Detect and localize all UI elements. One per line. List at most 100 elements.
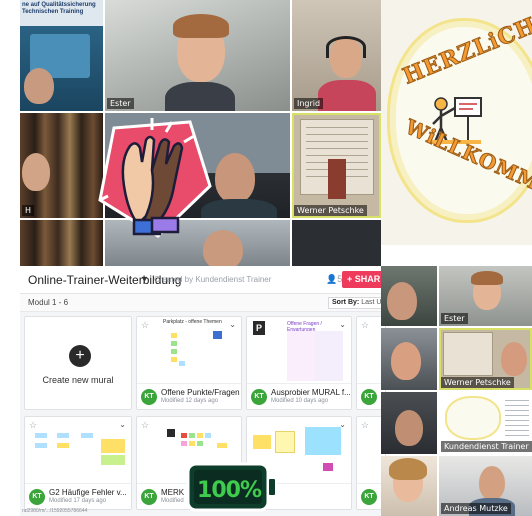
create-mural-card[interactable]: + Create new mural — [24, 316, 132, 410]
sticky-note — [189, 433, 195, 438]
video-tile-empty[interactable] — [292, 220, 381, 266]
participant-face — [479, 466, 505, 500]
video-tile-werner[interactable]: Werner Petschke — [292, 113, 381, 218]
plus-icon: + — [69, 345, 91, 367]
star-icon[interactable]: ☆ — [361, 420, 369, 431]
sticky-note — [35, 433, 47, 438]
mural-modified: Modified 10 days ago — [271, 398, 329, 404]
participant-name: Ester — [441, 313, 468, 324]
sticky-note — [57, 433, 69, 438]
sticky-note — [205, 433, 211, 438]
participant-face — [501, 342, 527, 376]
mural-thumbnail — [25, 417, 131, 485]
thumbnail-title: Parkplatz - offene Themen — [163, 319, 222, 325]
gallery-tile-1[interactable] — [381, 266, 437, 326]
participant-name: Werner Petschke — [294, 205, 367, 216]
people-icon[interactable]: 👤5 — [326, 274, 342, 285]
star-icon[interactable]: ☆ — [141, 320, 149, 331]
sticky-note — [197, 433, 203, 438]
mural-modified: Modified — [161, 498, 184, 504]
sticky-note — [181, 441, 187, 446]
sticky-note — [57, 443, 69, 448]
mural-modified: Modified 17 days ago — [49, 498, 107, 504]
sticky-note — [167, 429, 175, 437]
participant-name: Kundendienst Trainer — [441, 441, 532, 452]
chevron-down-icon[interactable]: ⌄ — [119, 420, 126, 429]
gallery-tile-werner[interactable]: Werner Petschke — [439, 328, 532, 390]
video-tile-shelf-2[interactable] — [20, 220, 103, 266]
gallery-tile-4[interactable] — [381, 456, 437, 516]
avatar: KT — [141, 489, 157, 505]
sticky-note — [35, 443, 47, 448]
section-title: Modul 1 - 6 — [28, 298, 69, 307]
gallery-tile-andreas[interactable]: Andreas Mutzke — [439, 456, 532, 516]
mini-notes — [505, 396, 529, 440]
mural-card[interactable]: P Offene Fragen / Erwartungen ⌄ KT Auspr… — [246, 316, 352, 410]
participant-face — [215, 153, 255, 203]
sticky-note — [213, 331, 222, 339]
avatar: KT — [141, 389, 157, 405]
video-tile-shelf[interactable]: H — [20, 113, 103, 218]
gallery-tile-3[interactable] — [381, 392, 437, 454]
star-icon[interactable]: ☆ — [29, 420, 37, 431]
video-tile-ester[interactable]: Ester — [105, 0, 290, 111]
high-five-icon — [98, 118, 212, 238]
mural-card-footer: KT Ausprobier MURAL f... Modified 10 day… — [247, 383, 351, 409]
mural-name: MERK — [161, 488, 185, 497]
mural-card-footer: KT G2 Häufige Fehler v... Modified 17 da… — [25, 483, 131, 509]
sticky-note — [101, 455, 125, 465]
participant-name: Andreas Mutzke — [441, 503, 511, 514]
sticky-note — [81, 433, 93, 438]
chevron-down-icon[interactable]: ⌄ — [339, 320, 346, 329]
sticky-note — [171, 349, 177, 354]
sticky-note — [197, 441, 203, 446]
chevron-down-icon[interactable]: ▼ — [140, 274, 149, 284]
battery-level: 100% — [197, 478, 262, 503]
sticky-note — [171, 341, 177, 346]
avatar: KT — [29, 489, 45, 505]
participant-body — [165, 82, 235, 111]
participant-hair — [389, 458, 427, 480]
video-tile-banner[interactable]: ne auf Qualitätssicherung Technischen Tr… — [20, 0, 103, 111]
mural-name: Ausprobier MURAL f... — [271, 388, 351, 397]
star-icon[interactable]: ☆ — [361, 320, 369, 331]
participant-hair — [173, 14, 229, 38]
avatar: KT — [361, 489, 377, 505]
mural-card-footer: KT Offene Punkte/Fragen Modified 12 days… — [137, 383, 241, 409]
chevron-down-icon[interactable]: ⌄ — [229, 320, 236, 329]
gallery-tile-ester[interactable]: Ester — [439, 266, 532, 326]
participant-face — [391, 342, 421, 380]
participant-body — [201, 199, 277, 218]
sticky-note — [275, 431, 295, 453]
star-icon[interactable]: ☆ — [141, 420, 149, 431]
headset-icon — [326, 36, 366, 58]
mural-section-bar: Modul 1 - 6 Sort By: Last Upd — [20, 294, 394, 312]
sticky-note — [253, 435, 271, 449]
sticky-note — [171, 357, 177, 362]
sticky-note — [323, 463, 333, 471]
gallery-tile-kundendienst[interactable]: Kundendienst Trainer — [439, 392, 532, 454]
mural-name: Offene Punkte/Fragen — [161, 388, 240, 397]
mural-name: G2 Häufige Fehler v... — [49, 488, 127, 497]
figure-shape — [328, 159, 346, 199]
chevron-down-icon[interactable]: ⌄ — [339, 420, 346, 429]
participant-face — [22, 153, 50, 191]
gallery-tile-2[interactable] — [381, 328, 437, 390]
participant-body — [318, 80, 376, 111]
video-tile-ingrid[interactable]: Ingrid — [292, 0, 381, 111]
created-by-text: Created by Kundendienst Trainer — [154, 275, 272, 284]
participant-hair — [471, 271, 503, 285]
sticky-note — [171, 333, 177, 338]
avatar: KT — [251, 389, 267, 405]
mural-card[interactable]: Parkplatz - offene Themen ☆ ⌄ KT Offene … — [136, 316, 242, 410]
participant-face — [24, 68, 54, 104]
participant-face — [387, 282, 417, 320]
sticky-note — [189, 441, 195, 446]
avatar: KT — [361, 389, 377, 405]
thumbnail-column — [287, 331, 343, 381]
mural-thumbnail: Parkplatz - offene Themen — [137, 317, 241, 385]
sticky-note — [217, 443, 227, 448]
participant-name: H — [22, 205, 35, 216]
sticky-note — [305, 427, 341, 455]
mural-card[interactable]: ☆ ⌄ KT G2 Häufige Fehler v... Modified 1… — [24, 416, 132, 510]
